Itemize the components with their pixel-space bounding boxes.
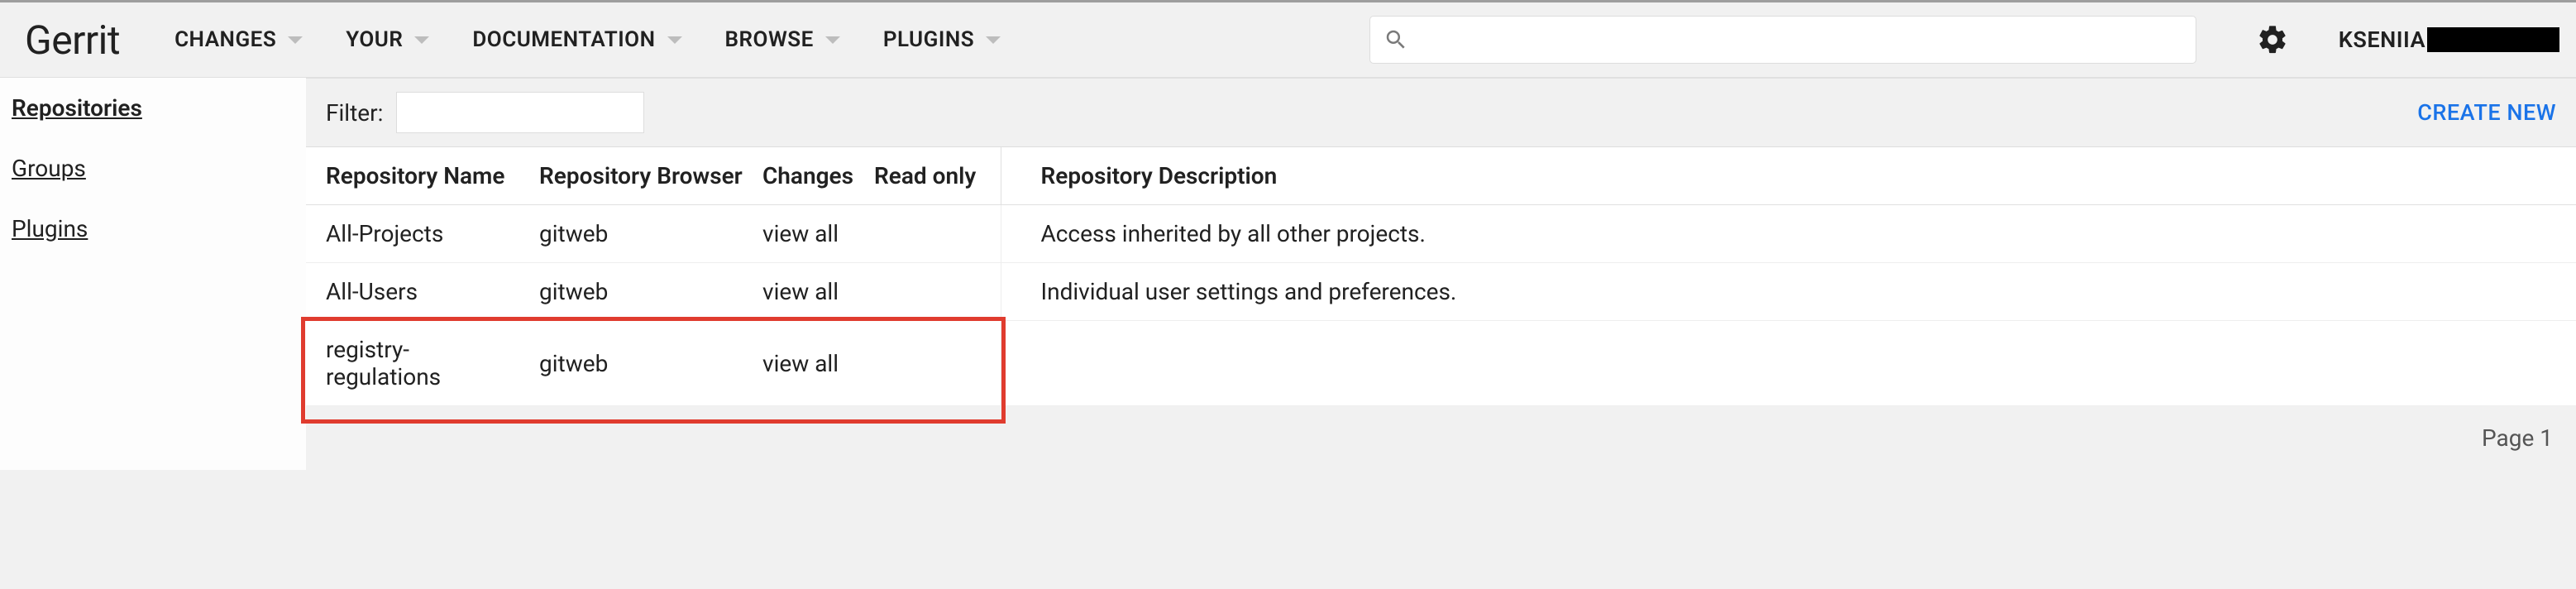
nav-changes[interactable]: CHANGES [174,27,303,52]
sidebar-item-label: Plugins [12,215,88,242]
chevron-down-icon [667,36,682,44]
search-input[interactable] [1420,26,2182,53]
repo-readonly-cell [864,263,1001,321]
chevron-down-icon [288,36,303,44]
header-repository-name: Repository Name [306,147,529,205]
sidebar-item-plugins[interactable]: Plugins [0,199,306,259]
chevron-down-icon [414,36,429,44]
table-row: registry-regulationsgitwebview all [306,321,2576,406]
repo-description-cell: Access inherited by all other projects. [1001,205,2576,263]
nav-your[interactable]: YOUR [346,27,429,52]
sidebar-item-label: Repositories [12,94,142,122]
chevron-down-icon [825,36,840,44]
repo-changes-cell[interactable]: view all [753,263,864,321]
page-indicator: Page 1 [2482,424,2553,452]
header-changes: Changes [753,147,864,205]
nav-plugins[interactable]: PLUGINS [883,27,1001,52]
nav-label: BROWSE [725,27,814,52]
create-new-button[interactable]: CREATE NEW [2417,99,2556,126]
pager: Page 1 [306,406,2576,470]
table-row: All-Projectsgitwebview all Access inherit… [306,205,2576,263]
settings-button[interactable] [2256,23,2289,56]
filter-bar: Filter: CREATE NEW [306,78,2576,146]
redacted [2427,27,2559,52]
repo-browser-cell[interactable]: gitweb [529,263,753,321]
top-bar: Gerrit CHANGES YOUR DOCUMENTATION BROWSE… [0,0,2576,78]
sidebar: Repositories Groups Plugins [0,78,306,470]
username: KSENIIA [2339,26,2425,53]
nav-label: YOUR [346,27,403,52]
nav-label: CHANGES [174,27,276,52]
repo-changes-cell[interactable]: view all [753,321,864,406]
sidebar-item-groups[interactable]: Groups [0,138,306,199]
search-icon [1384,27,1408,52]
repo-description-cell: Individual user settings and preferences… [1001,263,2576,321]
table-row: All-Usersgitwebview all Individual user s… [306,263,2576,321]
user-menu[interactable]: KSENIIA [2339,26,2559,53]
header-description: Repository Description [1001,147,2576,205]
repo-name-cell[interactable]: registry-regulations [306,321,529,406]
repo-name-cell[interactable]: All-Users [306,263,529,321]
header-read-only: Read only [864,147,1001,205]
gear-icon [2256,23,2289,56]
sidebar-item-label: Groups [12,155,86,182]
nav-label: PLUGINS [883,27,974,52]
repo-name-cell[interactable]: All-Projects [306,205,529,263]
sidebar-item-repositories[interactable]: Repositories [0,78,306,138]
table-header-row: Repository Name Repository Browser Chang… [306,147,2576,205]
repo-readonly-cell [864,321,1001,406]
repo-browser-cell[interactable]: gitweb [529,321,753,406]
repo-browser-cell[interactable]: gitweb [529,205,753,263]
repo-description-cell [1001,321,2576,406]
main-content: Filter: CREATE NEW Repository Name Repos… [306,78,2576,470]
filter-label: Filter: [326,99,383,127]
filter-input[interactable] [396,92,644,133]
repo-changes-cell[interactable]: view all [753,205,864,263]
nav-browse[interactable]: BROWSE [725,27,840,52]
chevron-down-icon [986,36,1001,44]
repositories-table: Repository Name Repository Browser Chang… [306,146,2576,406]
brand-logo[interactable]: Gerrit [17,17,127,64]
search-box[interactable] [1369,16,2196,64]
header-repository-browser: Repository Browser [529,147,753,205]
repo-readonly-cell [864,205,1001,263]
nav-label: DOCUMENTATION [472,27,655,52]
nav-documentation[interactable]: DOCUMENTATION [472,27,681,52]
top-nav: CHANGES YOUR DOCUMENTATION BROWSE PLUGIN… [174,27,1001,52]
